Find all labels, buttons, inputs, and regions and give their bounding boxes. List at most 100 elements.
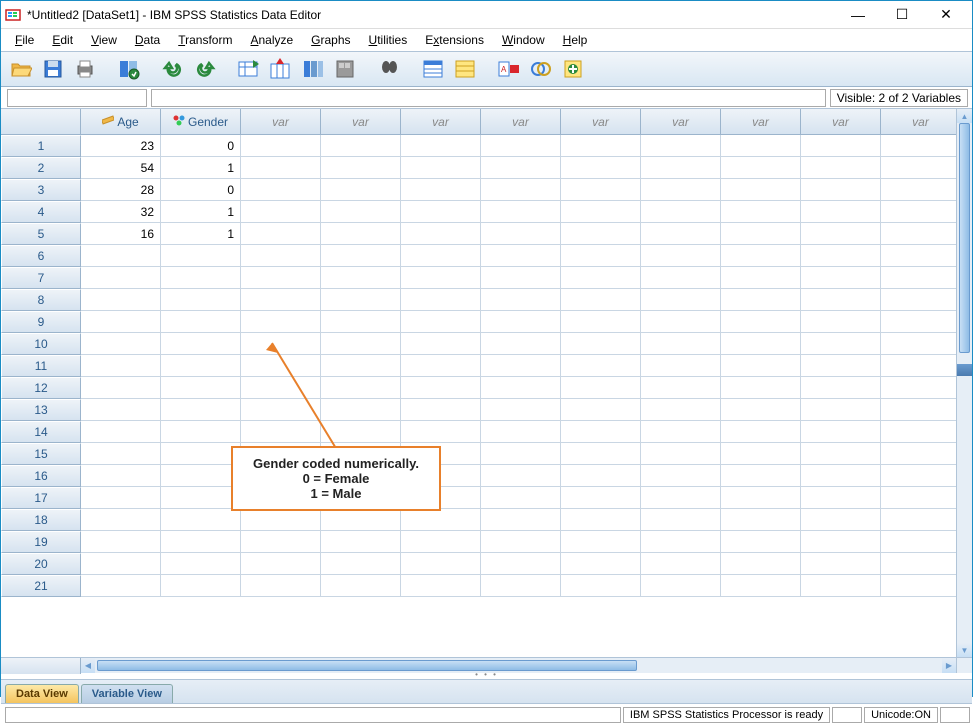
column-header-empty[interactable]: var: [641, 109, 721, 135]
cell-empty[interactable]: [481, 421, 561, 443]
cell-empty[interactable]: [881, 399, 956, 421]
cell-value-box[interactable]: [151, 89, 826, 107]
cell-empty[interactable]: [801, 289, 881, 311]
cell-age[interactable]: [81, 311, 161, 333]
cell-empty[interactable]: [241, 157, 321, 179]
cell-reference-box[interactable]: [7, 89, 147, 107]
cell-gender[interactable]: [161, 267, 241, 289]
cell-gender[interactable]: 1: [161, 157, 241, 179]
undo-icon[interactable]: [159, 55, 187, 83]
scroll-right-icon[interactable]: ▶: [942, 658, 956, 673]
cell-age[interactable]: 16: [81, 223, 161, 245]
cell-empty[interactable]: [241, 399, 321, 421]
row-header[interactable]: 13: [1, 399, 81, 421]
cell-empty[interactable]: [481, 531, 561, 553]
row-header[interactable]: 20: [1, 553, 81, 575]
cell-age[interactable]: [81, 333, 161, 355]
cell-gender[interactable]: [161, 421, 241, 443]
cell-gender[interactable]: 1: [161, 201, 241, 223]
cell-age[interactable]: [81, 267, 161, 289]
cell-gender[interactable]: 1: [161, 223, 241, 245]
cell-empty[interactable]: [721, 421, 801, 443]
cell-gender[interactable]: [161, 245, 241, 267]
cell-empty[interactable]: [321, 509, 401, 531]
scroll-left-icon[interactable]: ◀: [81, 658, 95, 673]
cell-age[interactable]: [81, 487, 161, 509]
cell-empty[interactable]: [721, 377, 801, 399]
cell-empty[interactable]: [241, 311, 321, 333]
use-sets-icon[interactable]: [559, 55, 587, 83]
cell-empty[interactable]: [481, 179, 561, 201]
cell-age[interactable]: [81, 377, 161, 399]
cell-empty[interactable]: [641, 399, 721, 421]
cell-empty[interactable]: [881, 245, 956, 267]
minimize-button[interactable]: —: [836, 2, 880, 28]
row-header[interactable]: 15: [1, 443, 81, 465]
cell-empty[interactable]: [481, 575, 561, 597]
cell-age[interactable]: [81, 575, 161, 597]
cell-empty[interactable]: [481, 333, 561, 355]
column-header-empty[interactable]: var: [561, 109, 641, 135]
cell-empty[interactable]: [801, 355, 881, 377]
cell-empty[interactable]: [801, 421, 881, 443]
scroll-up-icon[interactable]: ▲: [957, 109, 972, 123]
cell-empty[interactable]: [641, 157, 721, 179]
cell-empty[interactable]: [641, 443, 721, 465]
cell-empty[interactable]: [641, 311, 721, 333]
goto-variable-icon[interactable]: [267, 55, 295, 83]
cell-empty[interactable]: [481, 377, 561, 399]
cell-empty[interactable]: [561, 223, 641, 245]
menu-edit[interactable]: Edit: [44, 31, 81, 49]
close-button[interactable]: ✕: [924, 2, 968, 28]
tab-variable-view[interactable]: Variable View: [81, 684, 173, 703]
print-icon[interactable]: [71, 55, 99, 83]
cell-empty[interactable]: [721, 399, 801, 421]
cell-empty[interactable]: [481, 223, 561, 245]
cell-empty[interactable]: [801, 223, 881, 245]
cell-empty[interactable]: [881, 465, 956, 487]
cell-empty[interactable]: [321, 399, 401, 421]
cell-empty[interactable]: [721, 135, 801, 157]
cell-age[interactable]: [81, 399, 161, 421]
cell-empty[interactable]: [721, 245, 801, 267]
cell-empty[interactable]: [241, 245, 321, 267]
cell-empty[interactable]: [801, 509, 881, 531]
find-icon[interactable]: [375, 55, 403, 83]
cell-empty[interactable]: [801, 575, 881, 597]
cell-empty[interactable]: [561, 289, 641, 311]
cell-empty[interactable]: [241, 575, 321, 597]
cell-empty[interactable]: [401, 179, 481, 201]
scroll-down-icon[interactable]: ▼: [957, 643, 972, 657]
cell-gender[interactable]: [161, 509, 241, 531]
menu-utilities[interactable]: Utilities: [361, 31, 416, 49]
cell-age[interactable]: [81, 553, 161, 575]
cell-empty[interactable]: [721, 267, 801, 289]
cell-empty[interactable]: [401, 575, 481, 597]
cell-empty[interactable]: [881, 267, 956, 289]
cell-empty[interactable]: [801, 333, 881, 355]
cell-gender[interactable]: [161, 487, 241, 509]
cell-empty[interactable]: [721, 355, 801, 377]
cell-empty[interactable]: [321, 179, 401, 201]
row-header[interactable]: 8: [1, 289, 81, 311]
cell-empty[interactable]: [801, 201, 881, 223]
cell-gender[interactable]: [161, 399, 241, 421]
row-header[interactable]: 18: [1, 509, 81, 531]
row-header[interactable]: 6: [1, 245, 81, 267]
cell-empty[interactable]: [801, 377, 881, 399]
column-header-gender[interactable]: Gender: [161, 109, 241, 135]
cell-empty[interactable]: [241, 179, 321, 201]
cell-empty[interactable]: [881, 509, 956, 531]
menu-window[interactable]: Window: [494, 31, 553, 49]
cell-empty[interactable]: [561, 135, 641, 157]
cell-empty[interactable]: [481, 553, 561, 575]
cell-empty[interactable]: [401, 421, 481, 443]
cell-empty[interactable]: [241, 377, 321, 399]
cell-gender[interactable]: [161, 311, 241, 333]
cell-empty[interactable]: [481, 157, 561, 179]
cell-empty[interactable]: [481, 443, 561, 465]
cell-empty[interactable]: [321, 245, 401, 267]
vertical-scrollbar[interactable]: ▲ ▼: [956, 109, 972, 657]
menu-help[interactable]: Help: [555, 31, 596, 49]
row-header[interactable]: 5: [1, 223, 81, 245]
